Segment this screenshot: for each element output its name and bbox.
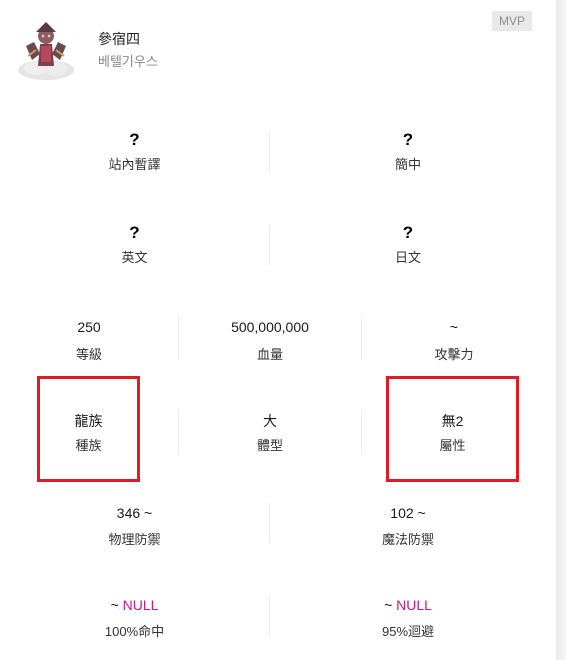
monster-name: 參宿四 xyxy=(98,31,140,47)
stat-japanese-name: ? 日文 xyxy=(270,223,546,273)
stat-physical-defense: 346 ~ 物理防禦 xyxy=(0,505,269,549)
highlight-box-race xyxy=(37,376,140,482)
stat-flee: ~ NULL 95%迴避 xyxy=(270,597,546,641)
stat-value: ~ xyxy=(449,319,459,335)
stat-label: 日文 xyxy=(394,250,421,265)
stat-value: ? xyxy=(129,223,140,242)
stat-value: 102 ~ xyxy=(390,505,426,521)
monster-korean-name: 베텔기우스 xyxy=(98,54,158,69)
stat-value: ? xyxy=(402,130,414,149)
stat-hp: 500,000,000 血量 xyxy=(179,318,361,362)
stat-value: ? xyxy=(402,223,414,242)
stat-label: 英文 xyxy=(121,250,148,265)
stat-size: 大 體型 xyxy=(179,411,361,455)
stat-label: 站內暫譯 xyxy=(108,157,161,172)
stat-value: 346 ~ xyxy=(116,505,153,521)
divider xyxy=(361,410,362,454)
highlight-box-element xyxy=(386,376,519,482)
null-value: NULL xyxy=(396,597,432,613)
stat-label: 簡中 xyxy=(394,157,421,172)
stat-label: 100%命中 xyxy=(104,624,165,639)
stat-value-prefix: ~ xyxy=(384,597,397,613)
stat-label: 血量 xyxy=(256,347,283,362)
stat-label: 物理防禦 xyxy=(108,532,161,547)
null-value: NULL xyxy=(122,597,159,613)
stat-label: 等級 xyxy=(75,347,102,362)
stat-attack: ~ 攻擊力 xyxy=(362,318,546,362)
stat-label: 體型 xyxy=(256,438,283,453)
stat-value: 500,000,000 xyxy=(231,319,309,335)
stat-value: 大 xyxy=(263,413,277,429)
stat-level: 250 等級 xyxy=(0,318,178,362)
stat-label: 魔法防禦 xyxy=(381,532,434,547)
stat-site-name: ? 站內暫譯 xyxy=(0,130,269,180)
stat-hit: ~ NULL 100%命中 xyxy=(0,597,269,641)
stat-value: ~ NULL xyxy=(0,597,269,613)
stat-value: 250 xyxy=(77,319,101,335)
stat-label: 攻擊力 xyxy=(434,347,474,362)
mvp-badge: MVP xyxy=(492,11,532,31)
monster-card: 參宿四 베텔기우스 MVP ? 站內暫譯 ? 簡中 ? 英文 ? 日文 250 … xyxy=(0,0,556,660)
monster-sprite xyxy=(14,16,78,84)
stat-value: ? xyxy=(129,130,140,149)
stat-label: 95%迴避 xyxy=(381,624,435,639)
scrollbar-gutter xyxy=(556,0,566,660)
stat-english-name: ? 英文 xyxy=(0,223,269,273)
stat-value: ~ NULL xyxy=(270,597,546,613)
stat-simplified-chinese: ? 簡中 xyxy=(270,130,546,180)
stat-magic-defense: 102 ~ 魔法防禦 xyxy=(270,505,546,549)
stat-value-prefix: ~ xyxy=(110,597,123,613)
